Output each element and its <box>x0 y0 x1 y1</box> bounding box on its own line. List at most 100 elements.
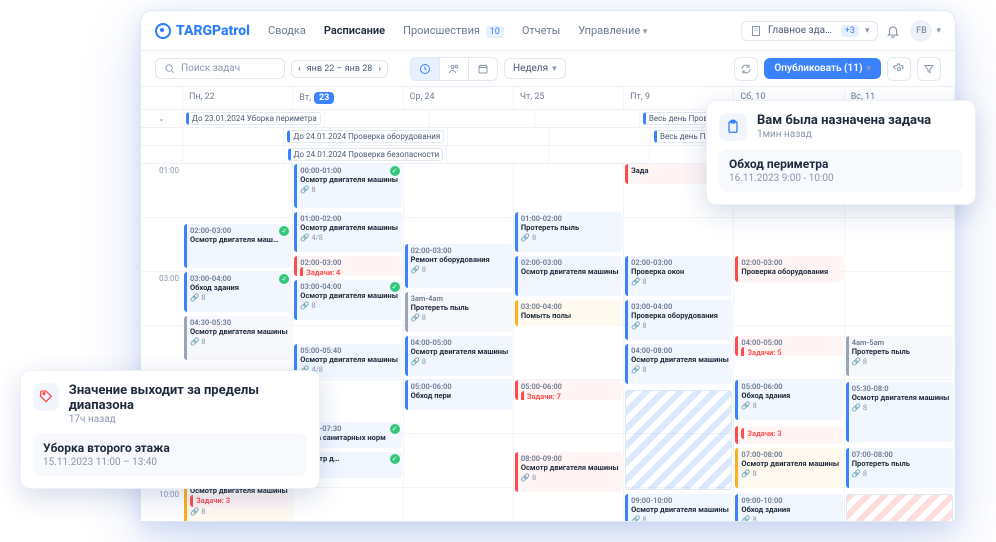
refresh-button[interactable] <box>734 57 758 81</box>
tag-icon <box>33 383 59 411</box>
toast-task: Уборка второго этажа <box>43 441 297 455</box>
calendar-event[interactable]: 07:00-08:00Осмотр двигателя машины🔗 8 <box>735 448 842 488</box>
calendar-event[interactable]: 03:00-04:00Проверка оборудования🔗 8 <box>625 300 732 340</box>
calendar-event[interactable]: 02:00-03:00Проверка оборудования <box>735 256 842 282</box>
calendar-event[interactable]: 04:00-05:00Осмотр двигателя машины🔗 8 <box>405 336 512 376</box>
toast-task-assigned[interactable]: Вам была назначена задача 1мин назад Обх… <box>706 100 976 205</box>
calendar-event[interactable]: 01:00-02:00Осмотр двигателя машины🔗 4/8 <box>294 212 401 252</box>
calendar-event[interactable]: 04:00-05:00Задачи: 5 <box>735 336 842 356</box>
view-people[interactable] <box>440 58 469 80</box>
time-tick: 03:00 <box>141 272 183 326</box>
calendar-event[interactable]: 09:00-10:00Осмотр двигателя машины🔗 8 <box>625 494 732 522</box>
calendar-event[interactable]: 02:00-03:00Проверка окон🔗 8 <box>625 256 732 296</box>
clipboard-icon <box>719 113 747 141</box>
day-column[interactable]: Зада02:00-03:00Проверка окон🔗 803:00-04:… <box>624 164 734 522</box>
calendar-event[interactable]: 02:00-03:00Задачи: 4 <box>294 256 401 276</box>
calendar-event[interactable]: 07:00-08:00Протереть пыль🔗 8 <box>846 448 953 488</box>
day-column[interactable]: 4am-5amПротереть пыль🔗 8 05:30-08:0Осмотр… <box>845 164 955 522</box>
day-column[interactable]: 01:00-02:00Протереть пыль🔗 802:00-03:00О… <box>514 164 624 522</box>
calendar-event[interactable]: 05:30-08:0Осмотр двигателя машины🔗 8 <box>846 382 953 442</box>
calendar-event[interactable]: 00:00-01:00Осмотр двигателя машины🔗 8✓ <box>294 164 401 208</box>
calendar-event[interactable]: 3am-4amПротереть пыль🔗 8 <box>405 292 512 332</box>
toast-sub: 1мин назад <box>757 129 931 140</box>
time-tick: 10:00 <box>141 488 183 522</box>
calendar-event[interactable]: 4am-5amПротереть пыль🔗 8 <box>846 336 953 376</box>
toast-inner[interactable]: Обход периметра 16.11.2023 9:00 - 10:00 <box>719 149 963 192</box>
chevron-down-icon: ▾ <box>865 26 870 36</box>
hatched-block <box>625 390 732 490</box>
chevron-down-icon: ▾ <box>866 64 871 74</box>
hatched-block <box>846 494 953 522</box>
calendar-event[interactable]: 04:30-05:30Осмотр двигателя машины🔗 8 <box>184 316 291 360</box>
allday-event[interactable]: До 24.01.2024 Проверка безопасности <box>288 148 444 161</box>
chevron-down-icon[interactable]: ▾ <box>936 26 941 36</box>
calendar-event[interactable]: 08:00-09:00Осмотр двигателя машины🔗 8 <box>515 452 622 492</box>
next-icon[interactable]: › <box>378 64 381 74</box>
toast-detail: 16.11.2023 9:00 - 10:00 <box>729 173 953 184</box>
view-clock[interactable] <box>411 58 440 80</box>
calendar-event[interactable]: 03:00-04:00Обход здания🔗 8✓ <box>184 272 291 312</box>
clock-icon <box>419 63 431 75</box>
publish-button[interactable]: Опубликовать (11) ▾ <box>764 58 881 79</box>
nav-summary[interactable]: Сводка <box>268 24 306 37</box>
search-icon <box>164 63 175 74</box>
time-tick <box>141 218 183 272</box>
people-icon <box>448 63 460 75</box>
day-column[interactable]: 02:00-03:00Проверка оборудования 04:00-05… <box>734 164 844 522</box>
logo[interactable]: TARGPatrol <box>155 23 250 39</box>
allday-event[interactable]: До 24.01.2024 Проверка оборудования <box>287 130 444 143</box>
nav-reports[interactable]: Отчеты <box>522 24 560 37</box>
day-header[interactable]: Чт, 25 <box>514 87 624 109</box>
date-range-nav[interactable]: ‹ янв 22 – янв 28 › <box>291 60 388 78</box>
calendar-event[interactable]: 03:00-04:00Осмотр двигателя машины🔗 8✓ <box>294 280 401 320</box>
day-header[interactable]: Ср, 24 <box>404 87 514 109</box>
settings-button[interactable] <box>887 57 911 81</box>
brand-text: TARGPatrol <box>176 23 250 39</box>
calendar-event[interactable]: 02:00-03:00Осмотр двигателя маш…✓ <box>184 224 291 268</box>
prev-icon[interactable]: ‹ <box>298 64 301 74</box>
filter-button[interactable] <box>917 57 941 81</box>
toolbar: Поиск задач ‹ янв 22 – янв 28 › Неделя ▾… <box>141 51 955 87</box>
day-num: 23 <box>314 92 334 104</box>
location-selector[interactable]: Главное зда… +3 ▾ <box>741 21 879 41</box>
calendar-event[interactable]: 02:00-03:00Ремонт оборудования🔗 8 <box>405 244 512 288</box>
gear-icon <box>893 63 905 75</box>
view-calendar[interactable] <box>469 58 497 80</box>
day-header[interactable]: Пн, 22 <box>183 87 293 109</box>
filter-icon <box>923 63 935 75</box>
calendar-event[interactable]: Осмотр двигателя машиныЗадачи: 3🔗 8 <box>184 484 291 522</box>
toast-detail: 15.11.2023 11:00 – 13:40 <box>43 457 297 468</box>
range-label: янв 22 – янв 28 <box>307 64 373 74</box>
time-tick: 01:00 <box>141 164 183 218</box>
day-header-today[interactable]: Вт, 23 <box>293 87 403 109</box>
allday-toggle[interactable]: ⌄ <box>141 110 183 127</box>
location-badge: +3 <box>841 25 859 37</box>
calendar-event[interactable]: 03:00-04:00Помыть полы <box>515 300 622 326</box>
publish-label: Опубликовать (11) <box>774 63 862 74</box>
calendar-event[interactable]: 01:00-02:00Протереть пыль🔗 8 <box>515 212 622 252</box>
calendar-event[interactable]: 05:00-06:00Задачи: 7 <box>515 380 622 400</box>
nav-incidents[interactable]: Происшествия 10 <box>403 24 504 37</box>
logo-mark-icon <box>155 23 171 39</box>
toast-sub: 17ч назад <box>69 414 307 425</box>
calendar-event[interactable]: 05:00-06:00Обход пери <box>405 380 512 410</box>
toast-range-alert[interactable]: Значение выходит за пределы диапазона 17… <box>20 370 320 489</box>
bell-icon[interactable] <box>886 24 900 38</box>
period-select[interactable]: Неделя ▾ <box>504 58 566 79</box>
nav-schedule[interactable]: Расписание <box>324 24 385 37</box>
calendar-event[interactable]: 05:00-06:00Обход здания🔗 8 <box>735 380 842 420</box>
allday-event[interactable]: До 23.01.2024 Уборка периметра <box>186 112 321 125</box>
search-input[interactable]: Поиск задач <box>155 58 285 79</box>
avatar[interactable]: FB <box>910 20 932 42</box>
day-column[interactable]: 02:00-03:00Ремонт оборудования🔗 83am-4am… <box>404 164 514 522</box>
calendar-event[interactable]: 02:00-03:00Осмотр двигателя машины <box>515 256 622 296</box>
toast-inner[interactable]: Уборка второго этажа 15.11.2023 11:00 – … <box>33 433 307 476</box>
chevron-down-icon: ▾ <box>552 64 557 74</box>
calendar-event[interactable]: Задачи: 3 <box>735 426 842 444</box>
calendar-icon <box>477 63 489 75</box>
toast-title: Вам была назначена задача <box>757 113 931 128</box>
nav-manage-label: Управление <box>578 24 640 37</box>
nav-manage[interactable]: Управление ▾ <box>578 24 647 37</box>
calendar-event[interactable]: 09:00-10:00Обход здания🔗 8 <box>735 494 842 522</box>
calendar-event[interactable]: 04:00-08:00Осмотр двигателя машины🔗 8 <box>625 344 732 384</box>
